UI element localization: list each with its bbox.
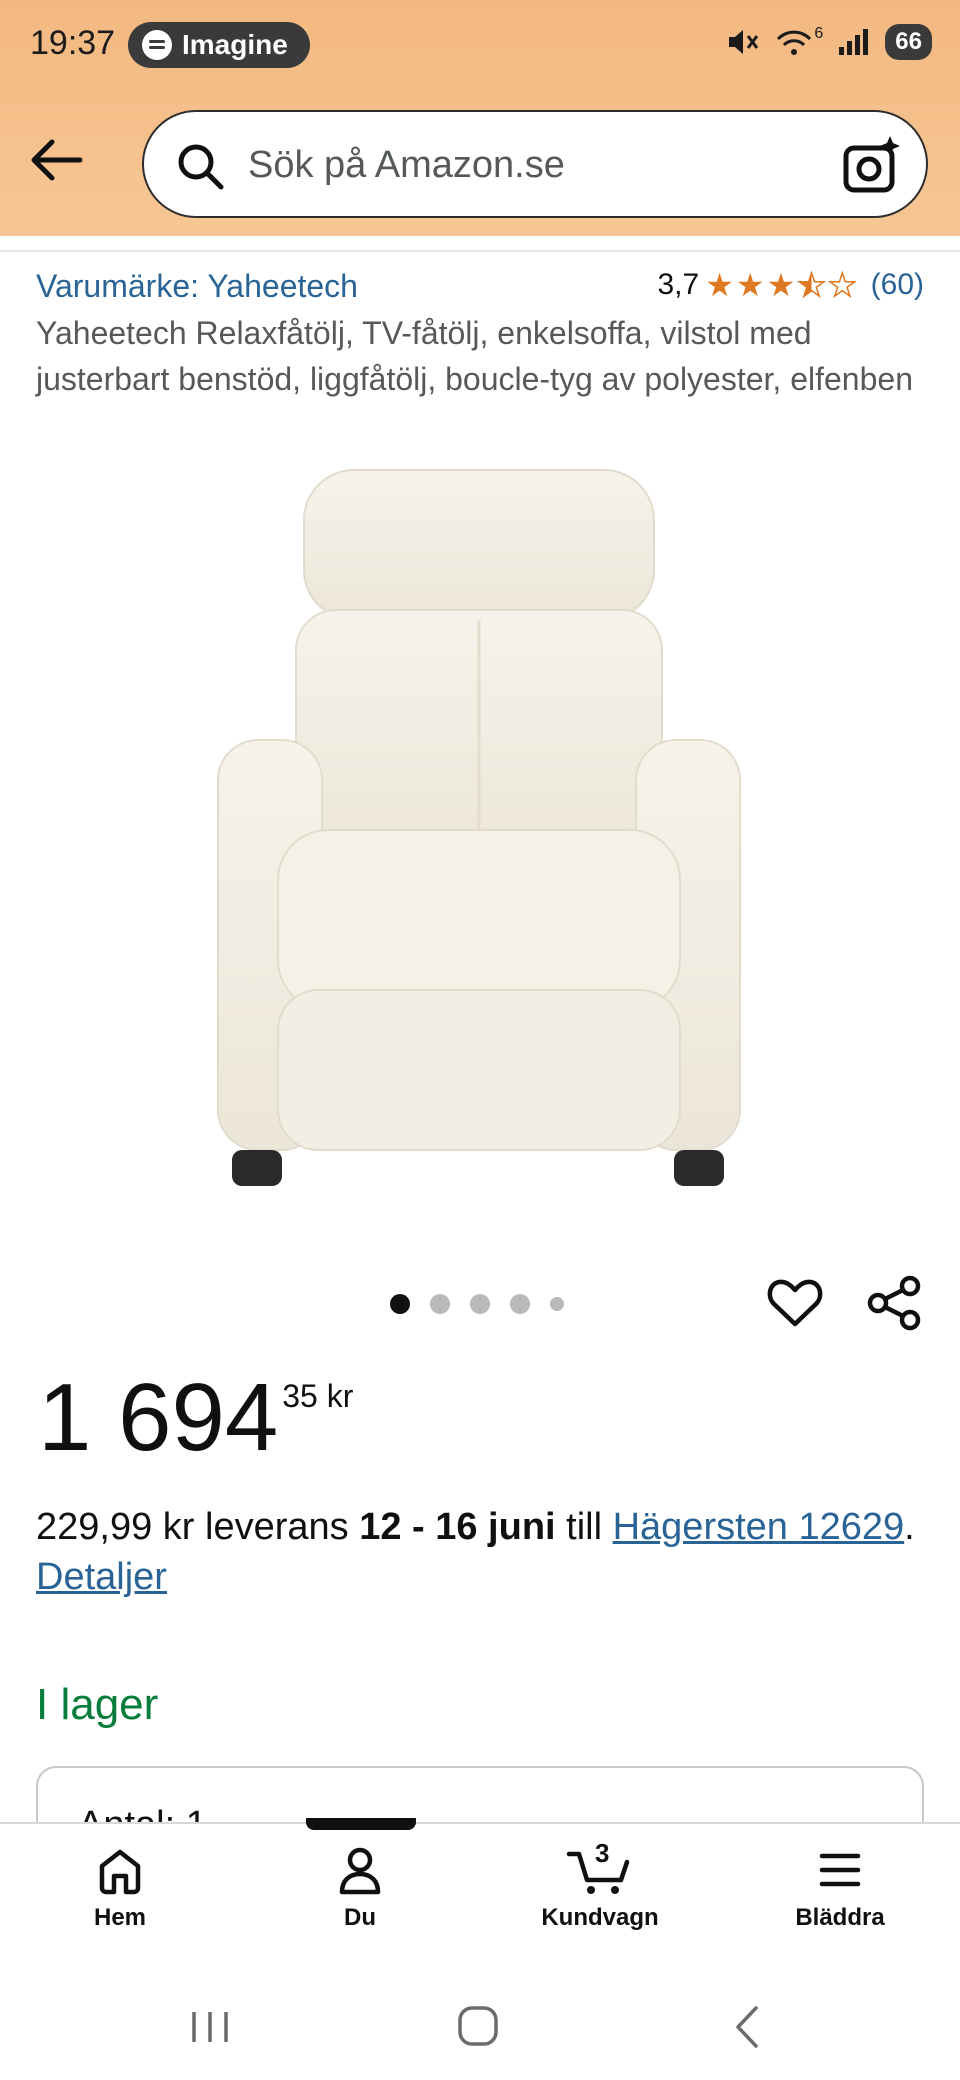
share-icon[interactable] [866,1274,924,1332]
carousel-dot[interactable] [550,1297,564,1311]
wifi-icon [777,30,812,55]
delivery-details-link[interactable]: Detaljer [36,1556,167,1598]
scroll-handle [306,1818,416,1830]
heart-icon[interactable] [766,1274,824,1332]
search-input[interactable]: Sök på Amazon.se [248,144,565,187]
half-star-icon: ★ [797,267,827,303]
app-header: 19:37 Imagine 6 66 Sök på Amazon.se [0,0,960,236]
spotify-icon [142,30,172,60]
delivery-dates: 12 - 16 juni [359,1506,556,1548]
header-divider [0,250,960,252]
system-back-icon[interactable] [718,2002,778,2052]
stock-status: I lager [36,1680,159,1729]
star-icon: ★ [705,267,734,303]
menu-icon [819,1853,861,1887]
price: 1 694 35 kr [38,1370,353,1466]
brand-link[interactable]: Varumärke: Yaheetech [36,268,358,305]
nav-you-label: Du [344,1904,376,1931]
delivery-period: . [904,1506,915,1548]
nav-cart[interactable]: 3 Kundvagn [500,1838,700,1932]
product-image[interactable] [200,460,760,1200]
status-icons: 6 66 [726,24,932,60]
carousel-dot[interactable] [510,1294,530,1314]
recent-apps-icon[interactable] [180,2002,240,2052]
home-icon [99,1849,141,1895]
delivery-info: 229,99 kr leverans 12 - 16 juni till Häg… [36,1502,916,1602]
carousel-dot[interactable] [390,1294,410,1314]
carousel-dot[interactable] [470,1294,490,1314]
nav-cart-label: Kundvagn [541,1904,659,1931]
battery-indicator: 66 [885,24,932,60]
carousel-dot[interactable] [430,1294,450,1314]
star-icon: ★ [766,267,796,303]
camera-search-icon[interactable] [840,134,902,196]
delivery-location-link[interactable]: Hägersten 12629 [613,1506,905,1548]
rating-count[interactable]: (60) [871,268,924,302]
bottom-navigation: Hem Du 3 Kundvagn Bläddra [0,1822,960,1972]
system-navigation-bar [0,1972,960,2080]
delivery-till: till [555,1506,613,1548]
image-carousel-dots[interactable] [390,1294,564,1314]
nav-browse[interactable]: Bläddra [740,1844,940,1932]
price-fraction: 35 kr [282,1378,354,1414]
status-time: 19:37 [30,24,116,62]
product-title: Yaheetech Relaxfåtölj, TV-fåtölj, enkels… [36,315,913,397]
network-label: 6 [814,25,824,42]
rating-value: 3,7 [657,268,700,301]
nav-browse-label: Bläddra [795,1904,885,1931]
delivery-cost: 229,99 kr leverans [36,1506,360,1548]
signal-icon [839,29,869,55]
nav-you[interactable]: Du [260,1844,460,1932]
empty-star-icon: ★ [827,267,857,303]
person-icon [339,1847,381,1895]
star-icon: ★ [735,267,765,303]
now-playing-pill[interactable]: Imagine [128,22,310,68]
nav-home[interactable]: Hem [20,1844,220,1932]
status-bar: 19:37 Imagine 6 66 [0,0,960,92]
cart-count-badge: 3 [595,1838,610,1868]
search-icon [178,144,224,190]
back-arrow-icon[interactable] [28,136,84,184]
price-whole: 1 694 [38,1364,279,1471]
mute-icon [729,30,759,54]
rating-summary[interactable]: 3,7 ★ ★ ★ ★ ★ (60) [657,268,924,302]
rating-stars: ★ ★ ★ ★ ★ [705,267,857,303]
search-bar[interactable]: Sök på Amazon.se [142,110,928,218]
home-button-icon[interactable] [448,2002,508,2052]
nav-home-label: Hem [93,1904,147,1931]
now-playing-title: Imagine [182,29,288,60]
